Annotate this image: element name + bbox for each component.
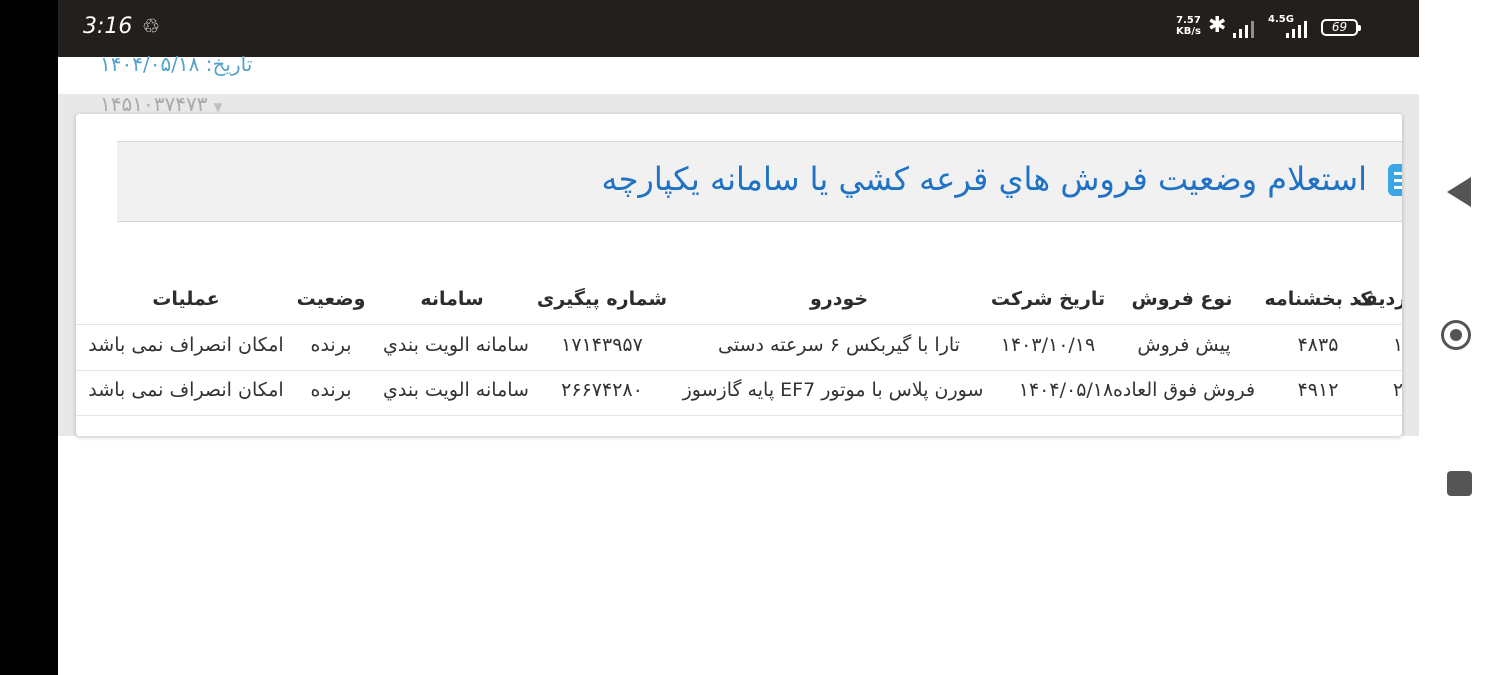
cell-system: سامانه الويت بندي [383,379,529,401]
col-header-status: وضعیت [296,288,366,310]
cell-row-number: ۲ [1392,379,1402,401]
col-header-system: سامانه [420,288,484,310]
col-header-operations: عملیات [152,288,220,310]
cell-status: برنده [310,334,352,356]
cell-status: برنده [310,379,352,401]
header-divider [76,324,1402,325]
navigation-bar [1419,0,1500,675]
modal-title: استعلام وضعيت فروش هاي قرعه كشي يا سامان… [601,160,1367,198]
cell-circular-code: ۴۸۳۵ [1297,334,1339,356]
signal-icon [1233,18,1273,38]
battery-icon: 69 [1321,19,1361,36]
signal-icon-2 [1286,18,1326,38]
network-speed: 7.57 KB/s [1176,15,1201,37]
cell-participation-date: ۱۴۰۳/۱۰/۱۹ [1000,334,1096,356]
cell-system: سامانه الويت بندي [383,334,529,356]
modal-title-bar: استعلام وضعيت فروش هاي قرعه كشي يا سامان… [117,141,1402,222]
row-divider [76,415,1402,416]
date-line: تاریخ: ۱۴۰۴/۰۵/۱۸ [100,52,253,76]
cell-sale-type: فروش فوق العاده [1112,379,1256,401]
status-bar: 3:16 ♲ 7.57 KB/s ✱ 4.5G 69 [58,0,1419,57]
col-header-tracking-number: شماره پیگیری [536,288,668,310]
cell-operations: امکان انصراف نمی باشد [88,379,284,401]
sync-icon: ♲ [142,14,160,38]
recent-apps-icon[interactable] [1447,471,1472,496]
col-header-sale-type: نوع فروش [1131,288,1233,310]
col-header-participation-date: تاریخ شرکت [990,288,1106,310]
bluetooth-icon: ✱ [1208,13,1227,38]
back-icon[interactable] [1447,177,1471,207]
home-icon[interactable] [1441,320,1471,350]
inquiry-modal: استعلام وضعيت فروش هاي قرعه كشي يا سامان… [76,114,1402,436]
dropdown-arrow-icon: ▼ [213,100,223,114]
cell-tracking-number: ۲۶۶۷۴۲۸۰ [561,379,643,401]
phone-screen: 3:16 ♲ 7.57 KB/s ✱ 4.5G 69 تاریخ: ۱۴۰۴/۰… [58,0,1419,675]
id-line[interactable]: ۱۴۵۱۰۳۷۴۷۳ ▼ [100,92,223,116]
cell-tracking-number: ۱۷۱۴۳۹۵۷ [561,334,643,356]
cell-participation-date: ۱۴۰۴/۰۵/۱۸ [1018,379,1114,401]
col-header-car: خودرو [809,288,869,310]
cell-row-number: ۱ [1392,334,1402,356]
clock: 3:16 [83,14,133,39]
row-divider [76,370,1402,371]
cell-sale-type: پیش فروش [1137,334,1231,356]
card-icon [1388,164,1402,196]
id-value: ۱۴۵۱۰۳۷۴۷۳ [100,92,208,116]
cell-circular-code: ۴۹۱۲ [1297,379,1339,401]
cell-car: سورن پلاس با موتور EF7 پایه گازسوز [682,379,984,401]
cell-operations: امکان انصراف نمی باشد [88,334,284,356]
col-header-circular-code: کد بخشنامه [1264,288,1372,310]
cell-car: تارا با گیربکس ۶ سرعته دستی [718,334,960,356]
